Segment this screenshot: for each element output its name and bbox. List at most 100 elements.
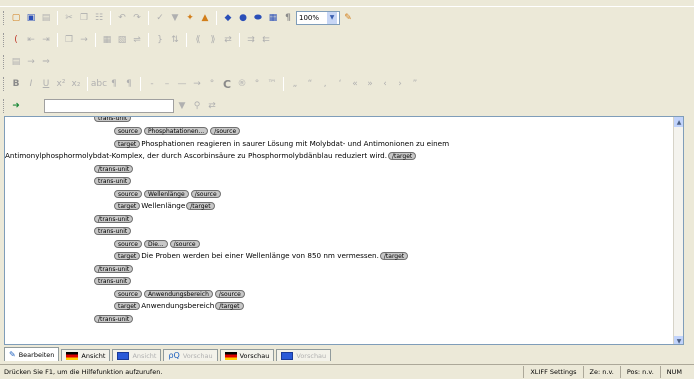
xliff-tag[interactable]: /target [388, 152, 417, 160]
brace-icon[interactable]: } [153, 33, 167, 47]
wand-icon[interactable]: ✦ [183, 11, 197, 25]
tag-prev-icon[interactable]: ⇄ [221, 33, 235, 47]
xliff-tag[interactable]: /trans-unit [94, 315, 134, 323]
source-content[interactable]: Die... [143, 240, 168, 248]
highlight-icon[interactable]: ▲ [198, 11, 212, 25]
grid-icon[interactable]: ▦ [266, 11, 280, 25]
tab-vorschau-3[interactable]: ρQ Vorschau [163, 349, 218, 361]
source-content[interactable]: Wellenlänge [143, 190, 189, 198]
tab-ansicht-2[interactable]: Ansicht [112, 349, 162, 361]
xliff-tag[interactable]: target [114, 140, 141, 148]
diamond-icon[interactable]: ◆ [221, 11, 235, 25]
em-dash-icon[interactable]: — [175, 77, 189, 91]
bracket-icon[interactable]: ( [9, 33, 23, 47]
ltr-icon[interactable]: ¶ [107, 77, 121, 91]
italic-icon[interactable]: I [24, 77, 38, 91]
quote-icon-5[interactable]: « [348, 77, 362, 91]
arrow-fast-forward-icon[interactable]: ⇒ [39, 55, 53, 69]
pencil-icon[interactable]: ✎ [341, 11, 355, 25]
xliff-tag[interactable]: target [114, 302, 141, 310]
xliff-tag[interactable]: /source [210, 127, 241, 135]
find-dropdown-icon[interactable]: ▼ [175, 99, 189, 113]
quote-icon-8[interactable]: › [393, 77, 407, 91]
segment-text[interactable]: Anwendungsbereich [141, 301, 214, 310]
quote-icon-6[interactable]: » [363, 77, 377, 91]
segment-text[interactable]: Die Proben werden bei einer Wellenlänge … [141, 251, 379, 260]
go-icon[interactable]: ➜ [9, 99, 23, 113]
copyright-icon[interactable]: C [220, 77, 234, 91]
document-editor[interactable]: trans-unit source Phosphatationen.../sourc… [4, 116, 684, 345]
xliff-tag[interactable]: /trans-unit [94, 165, 134, 173]
source-content[interactable]: Phosphatationen... [143, 127, 209, 135]
bullet-icon[interactable]: ● [236, 11, 250, 25]
arrow-forward-icon[interactable]: → [24, 55, 38, 69]
xliff-tag[interactable]: trans-unit [94, 227, 132, 235]
undo-icon[interactable]: ↶ [115, 11, 129, 25]
segment-text[interactable]: Phosphationen reagieren in saurer Lösung… [141, 139, 449, 148]
registered-icon[interactable]: ® [235, 77, 249, 91]
abc-icon[interactable]: abc [91, 77, 107, 91]
quote-icon-7[interactable]: ‹ [378, 77, 392, 91]
segment-text[interactable]: Antimonylphosphormolybdat-Komplex, der d… [5, 151, 387, 160]
merge-icon[interactable]: ⇌ [130, 33, 144, 47]
replace-icon[interactable]: ⇄ [205, 99, 219, 113]
xliff-tag[interactable]: /source [190, 190, 221, 198]
quote-icon-3[interactable]: ‚ [318, 77, 332, 91]
chevron-down-icon[interactable]: ▼ [327, 11, 337, 24]
pilcrow-icon[interactable]: ¶ [281, 11, 295, 25]
bold-icon[interactable]: B [9, 77, 23, 91]
zoom-select[interactable]: 100% ▼ [296, 10, 340, 25]
toolbar-grip[interactable] [3, 33, 6, 47]
open-folder-icon[interactable]: ▢ [9, 11, 23, 25]
quote-icon-4[interactable]: ‘ [333, 77, 347, 91]
tag-forward-icon[interactable]: ⇉ [244, 33, 258, 47]
xliff-tag[interactable]: target [114, 252, 141, 260]
symbol-icon[interactable]: ° [250, 77, 264, 91]
xliff-tag[interactable]: trans-unit [94, 117, 132, 122]
copy-icon[interactable]: ❐ [77, 11, 91, 25]
xliff-tag[interactable]: /trans-unit [94, 215, 134, 223]
ellipse-icon[interactable]: ⬬ [251, 11, 265, 25]
toolbar-grip[interactable] [3, 77, 6, 91]
xliff-tag[interactable]: /source [169, 240, 200, 248]
search-icon[interactable]: ⚲ [190, 99, 204, 113]
xliff-tag[interactable]: target [114, 202, 141, 210]
xliff-tag[interactable]: trans-unit [94, 277, 132, 285]
scroll-up-icon[interactable]: ▲ [674, 117, 683, 127]
rtl-icon[interactable]: ¶ [122, 77, 136, 91]
save-icon[interactable]: ▣ [24, 11, 38, 25]
scroll-down-icon[interactable]: ▼ [674, 336, 683, 344]
copy-source-icon[interactable]: ❐ [62, 33, 76, 47]
xliff-tag[interactable]: /target [215, 302, 244, 310]
quote-icon-2[interactable]: “ [303, 77, 317, 91]
cut-icon[interactable]: ✂ [62, 11, 76, 25]
xliff-tag[interactable]: /trans-unit [94, 265, 134, 273]
quote-icon-9[interactable]: ” [408, 77, 422, 91]
trademark-icon[interactable]: ™ [265, 77, 279, 91]
vertical-scrollbar[interactable]: ▲ ▼ [673, 117, 683, 344]
filter-icon[interactable]: ▼ [168, 11, 182, 25]
toolbar-grip[interactable] [3, 10, 6, 25]
xliff-tag[interactable]: source [114, 240, 142, 248]
document-icon[interactable]: ▤ [9, 55, 23, 69]
table-icon[interactable]: ▦ [100, 33, 114, 47]
tag-next-icon[interactable]: ⟫ [206, 33, 220, 47]
dash-icon[interactable]: – [160, 77, 174, 91]
segment-text[interactable]: Wellenlänge [141, 201, 185, 210]
xliff-tag[interactable]: /target [186, 202, 215, 210]
arrow-right-icon[interactable]: → [77, 33, 91, 47]
nbsp-icon[interactable]: ° [205, 77, 219, 91]
hyphen-icon[interactable]: ‐ [145, 77, 159, 91]
underline-icon[interactable]: U [39, 77, 53, 91]
split-icon[interactable]: ⇅ [168, 33, 182, 47]
xliff-tag[interactable]: trans-unit [94, 177, 132, 185]
spellcheck-icon[interactable]: ✓ [153, 11, 167, 25]
table-edit-icon[interactable]: ▧ [115, 33, 129, 47]
arrow-dash-icon[interactable]: → [190, 77, 204, 91]
find-input[interactable] [44, 99, 174, 113]
xliff-tag[interactable]: source [114, 190, 142, 198]
paste-icon[interactable]: ☷ [92, 11, 106, 25]
print-icon[interactable]: ▤ [39, 11, 53, 25]
quote-icon-1[interactable]: „ [288, 77, 302, 91]
previous-segment-icon[interactable]: ⇤ [24, 33, 38, 47]
